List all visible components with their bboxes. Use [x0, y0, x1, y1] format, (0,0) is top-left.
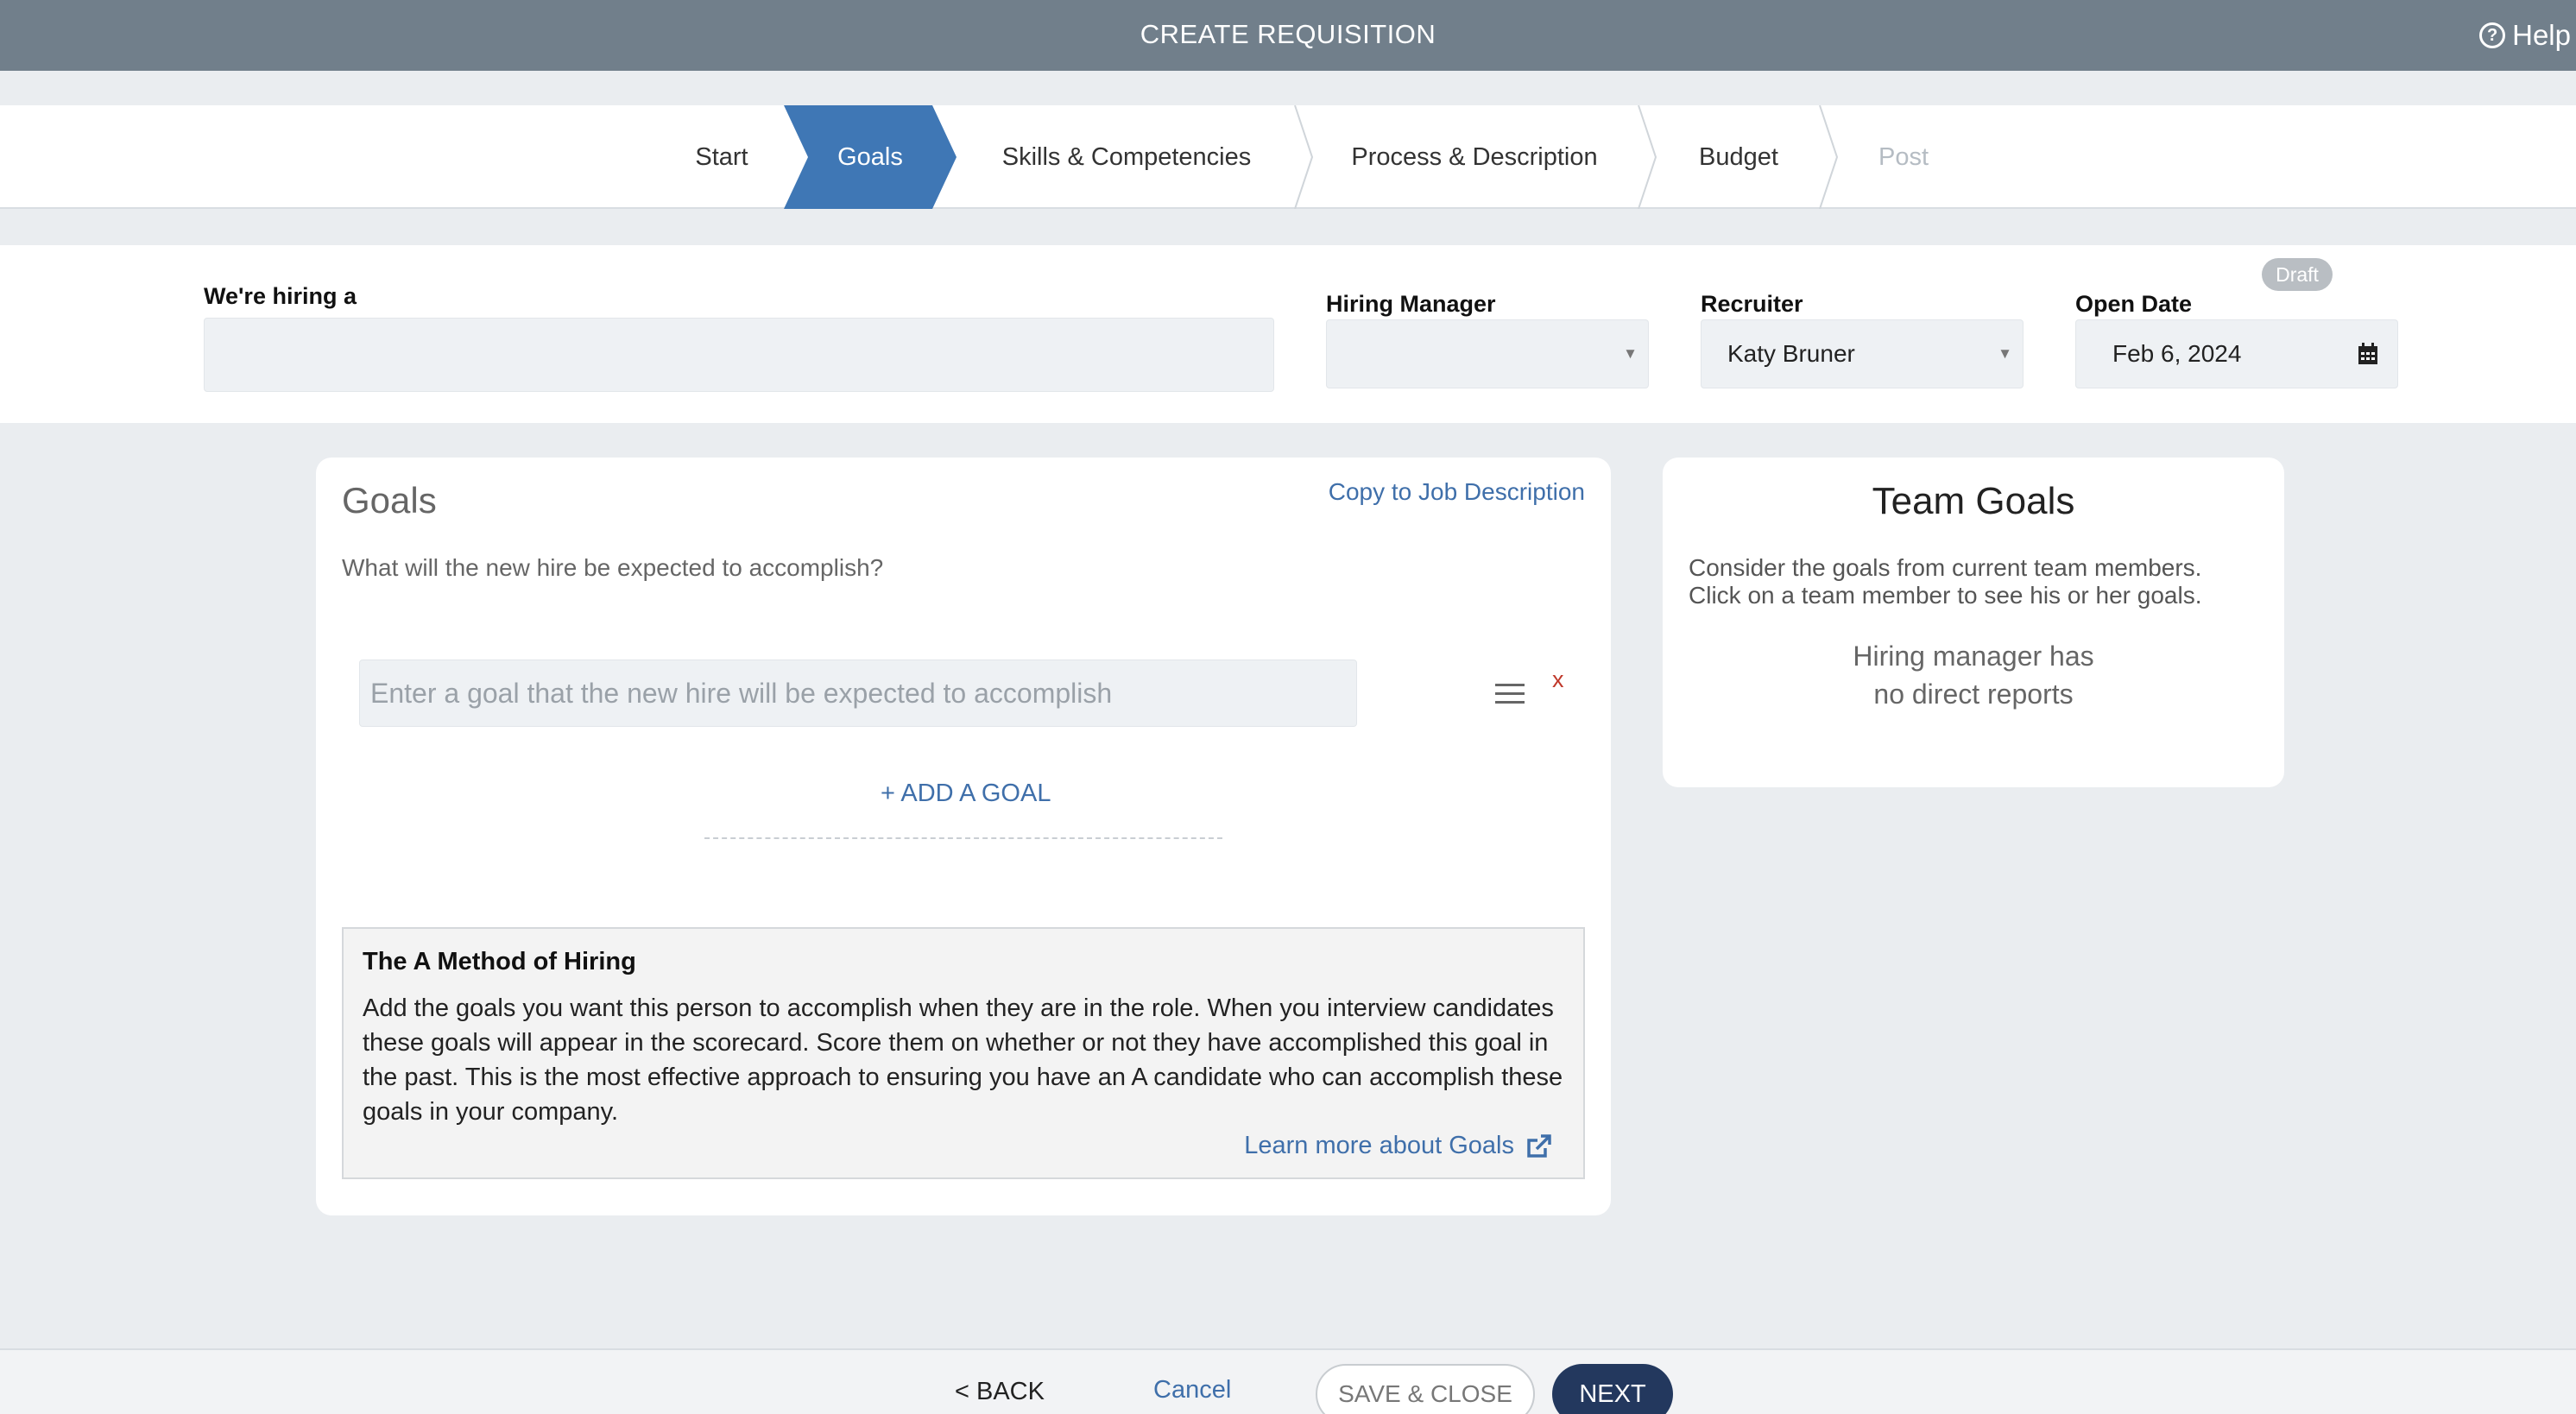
step-start-label: Start: [695, 142, 748, 171]
footer-bar: [0, 1348, 2576, 1414]
hiring-label: We're hiring a: [204, 283, 357, 309]
step-divider-icon: [1294, 105, 1314, 209]
step-process-description[interactable]: Process & Description: [1317, 105, 1632, 209]
job-title-input[interactable]: [204, 318, 1274, 392]
drag-handle-icon[interactable]: [1495, 684, 1525, 704]
step-post-label: Post: [1878, 142, 1929, 171]
learn-more-label: Learn more about Goals: [1244, 1132, 1514, 1159]
open-date-label: Open Date: [2075, 291, 2193, 317]
learn-more-goals-link[interactable]: Learn more about Goals: [1244, 1132, 1552, 1160]
help-label: Help: [2512, 19, 2571, 51]
status-badge: Draft: [2262, 258, 2333, 291]
step-start[interactable]: Start: [661, 105, 782, 209]
step-process-label: Process & Description: [1351, 142, 1598, 171]
step-goals-label: Goals: [837, 142, 903, 171]
step-budget[interactable]: Budget: [1661, 105, 1816, 209]
goals-title: Goals: [342, 480, 437, 521]
step-divider-icon: [1819, 105, 1839, 209]
step-divider-icon: [1638, 105, 1657, 209]
team-goals-empty-message: Hiring manager has no direct reports: [1663, 637, 2284, 713]
hiring-manager-label: Hiring Manager: [1326, 291, 1496, 317]
goal-input[interactable]: Enter a goal that the new hire will be e…: [359, 660, 1357, 727]
back-button[interactable]: < BACK: [955, 1378, 1045, 1406]
calendar-icon[interactable]: [2358, 343, 2378, 365]
step-skills-label: Skills & Competencies: [1001, 142, 1252, 171]
goals-subtitle: What will the new hire be expected to ac…: [342, 554, 884, 581]
cancel-button[interactable]: Cancel: [1153, 1376, 1231, 1405]
recruiter-value: Katy Bruner: [1727, 340, 1855, 367]
page-title: CREATE REQUISITION: [1140, 19, 1436, 49]
help-button[interactable]: ? Help: [2479, 19, 2571, 52]
help-circle-icon: ?: [2479, 22, 2506, 48]
hiring-manager-select[interactable]: ▼: [1326, 319, 1649, 388]
caret-down-icon: ▼: [1998, 345, 2012, 362]
wizard-steps: Start Goals Skills & Competencies Proces…: [0, 105, 2576, 209]
recruiter-label: Recruiter: [1701, 291, 1803, 317]
open-date-input[interactable]: Feb 6, 2024: [2075, 319, 2398, 388]
step-budget-label: Budget: [1699, 142, 1778, 171]
divider: [704, 837, 1222, 839]
step-goals[interactable]: Goals: [784, 105, 957, 209]
copy-to-job-description-link[interactable]: Copy to Job Description: [1329, 478, 1585, 506]
save-close-button[interactable]: SAVE & CLOSE: [1316, 1364, 1535, 1414]
team-goals-description: Consider the goals from current team mem…: [1689, 554, 2202, 609]
recruiter-select[interactable]: Katy Bruner ▼: [1701, 319, 2024, 388]
next-button[interactable]: NEXT: [1552, 1364, 1673, 1414]
team-goals-title: Team Goals: [1872, 480, 2075, 522]
a-method-info-box: The A Method of Hiring Add the goals you…: [342, 927, 1585, 1179]
external-link-icon: [1527, 1133, 1551, 1158]
add-goal-button[interactable]: + ADD A GOAL: [881, 780, 1051, 808]
step-skills-competencies[interactable]: Skills & Competencies: [958, 105, 1295, 209]
remove-goal-icon[interactable]: x: [1552, 666, 1564, 693]
a-method-body: Add the goals you want this person to ac…: [363, 994, 1563, 1126]
open-date-value: Feb 6, 2024: [2112, 340, 2242, 367]
team-goals-empty-text: Hiring manager has no direct reports: [1853, 641, 2094, 710]
top-bar: CREATE REQUISITION ? Help: [0, 0, 2576, 71]
a-method-title: The A Method of Hiring: [363, 948, 636, 975]
caret-down-icon: ▼: [1623, 345, 1638, 362]
step-post: Post: [1839, 105, 1968, 209]
